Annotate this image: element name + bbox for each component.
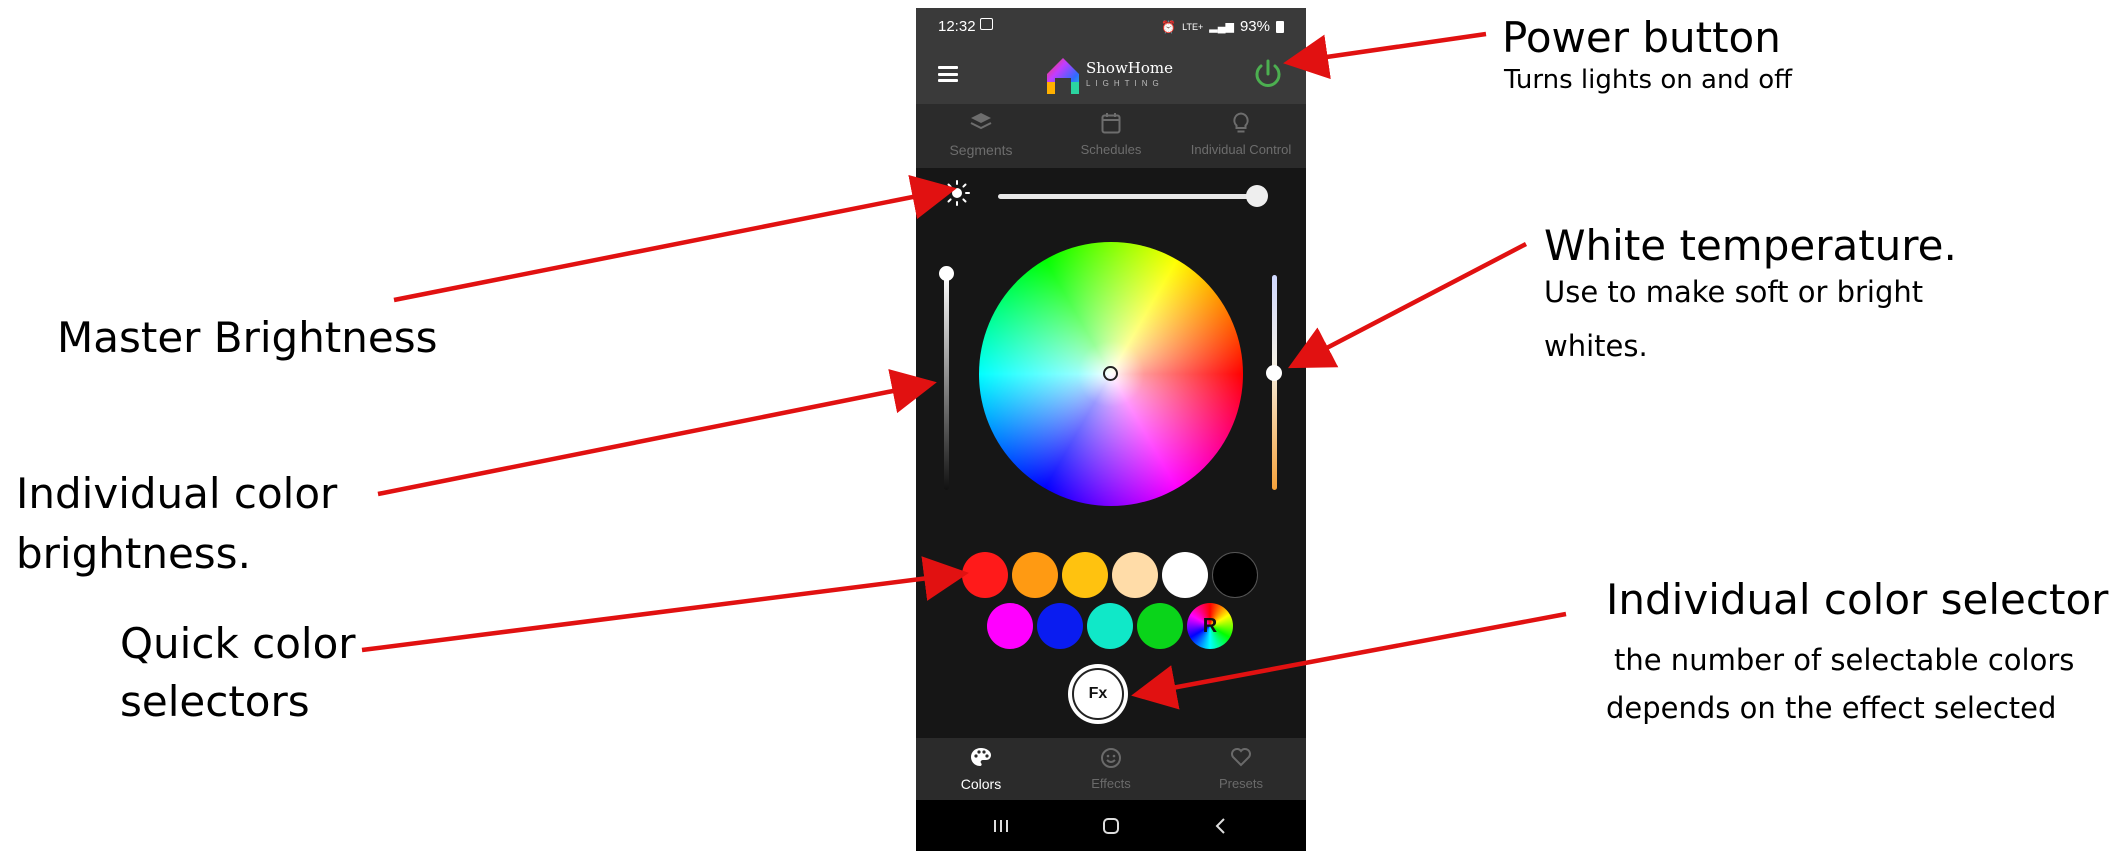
tab-colors-label: Colors [960,776,1002,792]
signal-icon: ▂▄▆ [1209,21,1234,33]
quick-color-orange[interactable] [1012,552,1058,598]
quick-color-aqua[interactable] [1087,603,1133,649]
tab-schedules-label: Schedules [1080,142,1142,157]
rainbow-label: R [1202,615,1218,637]
annotation-white-temp-title: White temperature. [1544,221,1957,270]
individual-brightness-slider[interactable] [944,275,949,490]
fx-button[interactable]: Fx [1068,664,1128,724]
house-logo-icon [1047,58,1079,94]
master-brightness-thumb[interactable] [1246,185,1268,207]
layers-icon [970,113,992,130]
menu-icon[interactable] [938,66,958,82]
power-icon[interactable] [1250,56,1286,92]
white-temperature-thumb[interactable] [1266,365,1282,381]
status-right: ⏰ LTE+ ▂▄▆ 93% [1161,18,1284,35]
annotation-white-temp-desc-2: whites. [1544,329,1648,363]
system-nav-bar [916,800,1306,851]
annotation-color-selector-title: Individual color selector [1606,575,2109,624]
tab-colors[interactable]: Colors [916,738,1046,800]
arrow-white-temperature [1288,242,1528,369]
heart-icon [1231,748,1251,767]
quick-color-white[interactable] [1162,552,1208,598]
tab-presets[interactable]: Presets [1176,738,1306,800]
annotation-power-desc: Turns lights on and off [1504,65,1793,95]
fx-label: Fx [1072,668,1124,720]
network-label: LTE+ [1182,21,1204,32]
master-brightness-slider[interactable] [998,194,1256,199]
tab-individual-control-label: Individual Control [1190,142,1292,157]
lightbulb-icon [1233,112,1249,133]
tab-segments[interactable]: Segments [916,104,1046,168]
top-tab-bar: Segments Schedules Individual Control [916,104,1306,168]
bottom-tab-bar: Colors Effects Presets [916,738,1306,800]
back-icon[interactable] [1201,813,1241,839]
gallery-notification-icon [980,18,993,30]
battery-icon [1276,20,1284,33]
annotation-white-temp-desc-1: Use to make soft or bright [1544,275,1924,309]
arrow-individual-brightness [377,368,937,497]
palette-icon [971,748,991,766]
arrow-master-brightness [393,174,957,303]
battery-percent: 93% [1239,18,1270,35]
recent-apps-icon[interactable] [981,813,1021,839]
quick-color-rainbow[interactable]: R [1187,603,1233,649]
quick-color-peach[interactable] [1112,552,1158,598]
annotation-individual-brightness-1: Individual color [16,469,338,518]
home-icon[interactable] [1091,813,1131,839]
sun-icon [944,180,970,206]
annotation-master-brightness: Master Brightness [57,313,438,362]
white-temperature-slider[interactable] [1272,275,1277,490]
color-wheel-cursor[interactable] [1103,366,1118,381]
app-subtitle: LIGHTING [1086,79,1164,88]
app-logo: ShowHome LIGHTING [1044,54,1174,98]
quick-color-amber[interactable] [1062,552,1108,598]
smiley-icon [1101,748,1121,768]
arrow-quick-colors [361,556,969,653]
quick-color-red[interactable] [962,552,1008,598]
quick-color-green[interactable] [1137,603,1183,649]
app-bar: ShowHome LIGHTING [916,44,1306,104]
arrow-power [1283,31,1487,80]
master-brightness-row [916,168,1306,220]
annotation-quick-colors-1: Quick color [120,619,356,668]
tab-effects-label: Effects [1091,776,1131,791]
annotation-color-selector-desc-2: depends on the effect selected [1606,691,2057,725]
calendar-icon [1101,113,1121,134]
app-name: ShowHome [1086,59,1174,77]
tab-presets-label: Presets [1218,776,1264,791]
status-time: 12:32 [938,18,976,35]
tab-effects[interactable]: Effects [1046,738,1176,800]
individual-brightness-thumb[interactable] [939,266,954,281]
tab-individual-control[interactable]: Individual Control [1176,104,1306,168]
status-bar: 12:32 ⏰ LTE+ ▂▄▆ 93% [916,8,1306,44]
annotation-individual-brightness-2: brightness. [16,529,251,578]
color-wheel[interactable] [979,242,1243,506]
quick-color-black[interactable] [1212,552,1258,598]
quick-color-blue[interactable] [1037,603,1083,649]
tab-segments-label: Segments [949,142,1013,158]
alarm-icon: ⏰ [1161,19,1177,34]
annotation-color-selector-desc-1: the number of selectable colors [1614,643,2075,677]
phone-screen: 12:32 ⏰ LTE+ ▂▄▆ 93% ShowHome LIGHTING S… [916,8,1306,851]
annotation-quick-colors-2: selectors [120,677,310,726]
quick-color-magenta[interactable] [987,603,1033,649]
tab-schedules[interactable]: Schedules [1046,104,1176,168]
annotation-power-title: Power button [1502,13,1781,62]
